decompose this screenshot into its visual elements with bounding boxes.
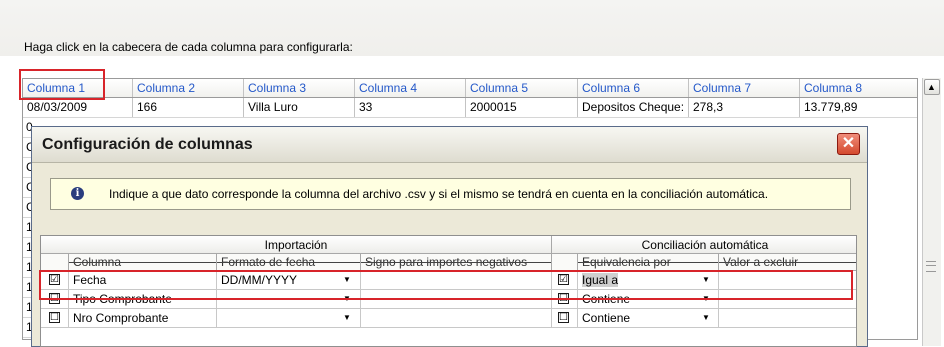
column-name-cell: Nro Comprobante: [69, 309, 217, 327]
table-cell: Villa Luro: [244, 98, 355, 117]
column-header-4[interactable]: Columna 4: [355, 79, 466, 97]
header-check-cell: [41, 254, 69, 271]
header-equivalencia: Equivalencia por: [578, 254, 719, 271]
column-config-dialog: Configuración de columnas ✕ i Indique a …: [31, 126, 868, 347]
fecha-row-highlight: [39, 270, 853, 300]
column-header-7[interactable]: Columna 7: [689, 79, 800, 97]
scroll-up-button[interactable]: ▲: [924, 79, 940, 95]
exclude-value-cell[interactable]: [719, 309, 856, 327]
dialog-title: Configuración de columnas: [42, 136, 253, 153]
table-cell: Depositos Cheque:: [578, 98, 689, 117]
header-valor-excluir: Valor a excluir: [719, 254, 856, 271]
strike-line: [361, 262, 551, 263]
chevron-down-icon: ▼: [343, 313, 351, 322]
equivalence-dropdown[interactable]: Contiene ▼: [578, 309, 719, 327]
info-icon: i: [71, 187, 84, 200]
conciliation-checkbox[interactable]: ☐: [558, 312, 569, 323]
close-icon: ✕: [841, 135, 856, 152]
column-header-8[interactable]: Columna 8: [800, 79, 917, 97]
column-header-6[interactable]: Columna 6: [578, 79, 689, 97]
strike-line: [217, 262, 360, 263]
header-signo: Signo para importes negativos: [361, 254, 552, 271]
equivalence-value: Contiene: [582, 311, 631, 325]
negative-sign-cell[interactable]: [361, 309, 552, 327]
check-cell: ☐: [41, 309, 69, 327]
dialog-titlebar: Configuración de columnas ✕: [32, 127, 867, 163]
chevron-down-icon: ▼: [702, 313, 710, 322]
strike-line: [719, 262, 856, 263]
table-cell: 13.779,89: [804, 100, 858, 114]
strike-line: [578, 262, 718, 263]
table-cell: 33: [355, 98, 466, 117]
vertical-scrollbar[interactable]: ▲: [922, 78, 941, 346]
table-cell: 166: [133, 98, 244, 117]
date-format-dropdown[interactable]: ▼: [217, 309, 361, 327]
group-header-importacion: Importación: [41, 236, 552, 254]
table-row: 08/03/2009 166 Villa Luro 33 2000015 Dep…: [23, 98, 917, 118]
info-text: Indique a que dato corresponde la column…: [109, 187, 769, 201]
instruction-text: Haga click en la cabecera de cada column…: [24, 40, 353, 54]
table-cell: 08/03/2009: [23, 98, 133, 117]
table-cell: 278,3: [689, 98, 800, 117]
info-banner: i Indique a que dato corresponde la colu…: [50, 178, 851, 210]
header-check2-cell: [552, 254, 578, 271]
table-row: ☐ Nro Comprobante ▼ ☐ Contiene ▼: [41, 309, 856, 328]
strike-line: [69, 262, 216, 263]
group-header-conciliacion: Conciliación automática: [552, 236, 856, 254]
scroll-grip-icon: [926, 261, 936, 272]
check2-cell: ☐: [552, 309, 578, 327]
column-header-3[interactable]: Columna 3: [244, 79, 355, 97]
header-formato-fecha: Formato de fecha: [217, 254, 361, 271]
column-1-highlight: [19, 69, 105, 100]
close-button[interactable]: ✕: [837, 133, 860, 155]
column-header-5[interactable]: Columna 5: [466, 79, 578, 97]
column-header-2[interactable]: Columna 2: [133, 79, 244, 97]
chevron-up-icon: ▲: [927, 82, 936, 92]
grid-header-row: Columna 1 Columna 2 Columna 3 Columna 4 …: [23, 79, 917, 98]
table-cell: 2000015: [466, 98, 578, 117]
include-checkbox[interactable]: ☐: [49, 312, 60, 323]
header-columna: Columna: [69, 254, 217, 271]
